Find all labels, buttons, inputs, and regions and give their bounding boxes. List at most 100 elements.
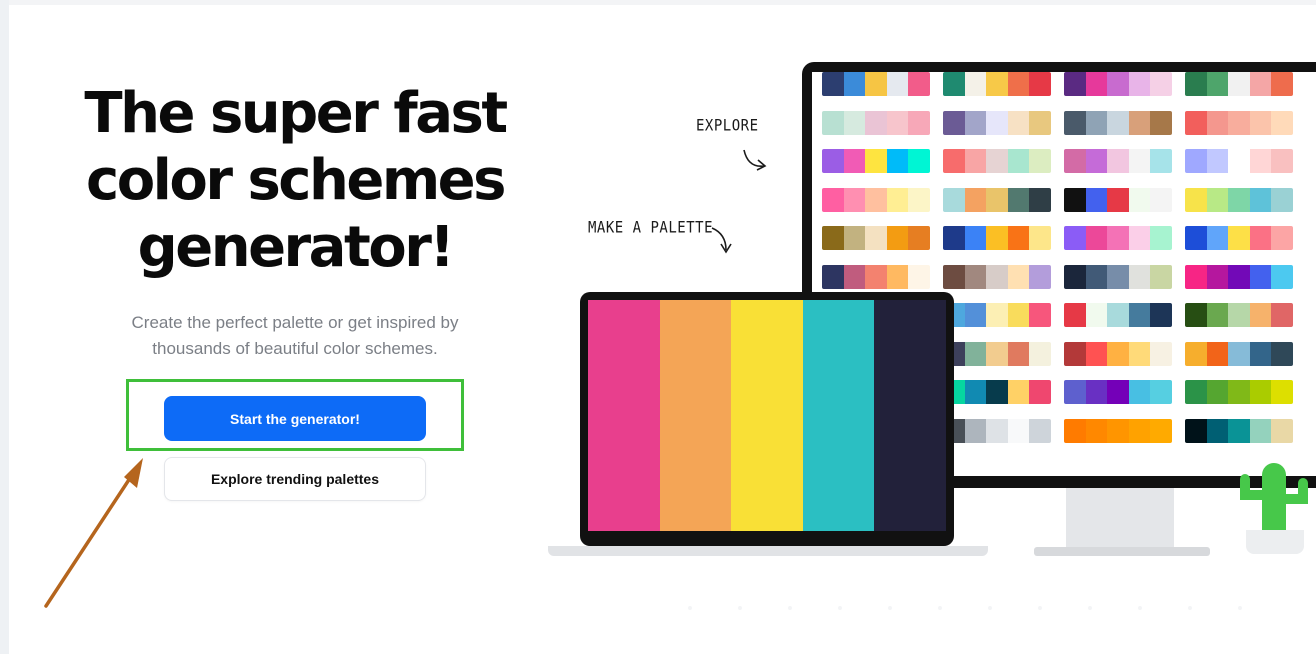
- palette-color: [1064, 72, 1086, 96]
- palette-swatch: [822, 72, 930, 96]
- palette-color: [1085, 110, 1108, 135]
- palette-color: [1085, 72, 1108, 96]
- palette-color: [908, 149, 930, 173]
- palette-color: [1150, 341, 1172, 366]
- cactus-arm: [1298, 478, 1308, 504]
- palette-color: [1249, 264, 1272, 289]
- palette-color: [986, 149, 1008, 173]
- hero-title-line-1: The super fast: [84, 81, 508, 146]
- palette-color: [1085, 187, 1108, 212]
- palette-color: [1107, 303, 1129, 327]
- palette-color: [1007, 380, 1030, 404]
- palette-color: [1271, 264, 1293, 289]
- palette-color: [1271, 187, 1293, 212]
- palette-color: [1107, 149, 1129, 173]
- palette-color: [1271, 341, 1293, 366]
- palette-swatch: [943, 341, 1051, 366]
- palette-color: [1107, 110, 1129, 135]
- palette-swatch: [1185, 149, 1293, 173]
- palette-color: [865, 187, 887, 212]
- laptop-color-stripe: [874, 300, 946, 531]
- palette-color: [1128, 72, 1151, 96]
- palette-color: [1064, 226, 1086, 250]
- palette-swatch: [822, 264, 930, 289]
- palette-color: [1185, 264, 1207, 289]
- palette-color: [1271, 418, 1293, 443]
- palette-color: [964, 341, 987, 366]
- palette-color: [986, 418, 1008, 443]
- palette-swatch: [822, 226, 930, 250]
- palette-swatch: [1064, 110, 1172, 135]
- palette-color: [1271, 303, 1293, 327]
- palette-color: [986, 226, 1008, 250]
- monitor-stand: [1066, 488, 1174, 548]
- palette-color: [986, 187, 1008, 212]
- palette-color: [1228, 264, 1250, 289]
- palette-color: [843, 110, 866, 135]
- palette-color: [865, 72, 887, 96]
- palette-color: [1128, 380, 1151, 404]
- palette-swatch: [943, 418, 1051, 443]
- hero-title: The super fast color schemes generator!: [60, 80, 530, 281]
- palette-color: [1128, 187, 1151, 212]
- laptop-color-stripe: [731, 300, 803, 531]
- palette-color: [865, 264, 887, 289]
- palette-color: [1085, 380, 1108, 404]
- palette-color: [1249, 149, 1272, 173]
- palette-color: [1064, 303, 1086, 327]
- palette-swatch: [943, 187, 1051, 212]
- palette-color: [1029, 264, 1051, 289]
- laptop: [580, 292, 954, 546]
- palette-color: [1007, 341, 1030, 366]
- window-top-edge: [0, 0, 1316, 5]
- palette-color: [1150, 380, 1172, 404]
- palette-swatch: [1064, 303, 1172, 327]
- start-generator-button[interactable]: Start the generator!: [164, 396, 426, 441]
- palette-swatch: [1064, 72, 1172, 96]
- palette-color: [1228, 187, 1250, 212]
- palette-color: [964, 380, 987, 404]
- palette-swatch: [1185, 187, 1293, 212]
- palette-color: [1128, 149, 1151, 173]
- palette-color: [1150, 187, 1172, 212]
- laptop-color-stripe: [802, 300, 875, 531]
- palette-color: [1029, 226, 1051, 250]
- palette-swatch: [1064, 264, 1172, 289]
- palette-color: [1029, 110, 1051, 135]
- palette-color: [1107, 341, 1129, 366]
- palette-color: [1249, 418, 1272, 443]
- palette-color: [1206, 149, 1229, 173]
- palette-color: [943, 187, 965, 212]
- palette-swatch: [1185, 380, 1293, 404]
- palette-color: [1064, 418, 1086, 443]
- palette-color: [1206, 226, 1229, 250]
- palette-color: [1064, 187, 1086, 212]
- palette-color: [1007, 264, 1030, 289]
- palette-color: [1271, 380, 1293, 404]
- palette-color: [1029, 187, 1051, 212]
- palette-swatch: [822, 187, 930, 212]
- palette-color: [1185, 418, 1207, 443]
- palette-color: [908, 226, 930, 250]
- palette-color: [1128, 226, 1151, 250]
- palette-color: [964, 110, 987, 135]
- floor-shadow: [688, 606, 1242, 610]
- palette-color: [822, 110, 844, 135]
- palette-color: [1228, 341, 1250, 366]
- palette-color: [1029, 72, 1051, 96]
- explore-trending-button[interactable]: Explore trending palettes: [164, 457, 426, 501]
- palette-color: [1029, 341, 1051, 366]
- palette-color: [986, 303, 1008, 327]
- palette-color: [943, 110, 965, 135]
- palette-color: [1185, 226, 1207, 250]
- palette-color: [1007, 72, 1030, 96]
- palette-color: [1228, 303, 1250, 327]
- palette-color: [1007, 303, 1030, 327]
- palette-color: [1007, 418, 1030, 443]
- palette-color: [843, 72, 866, 96]
- palette-color: [843, 264, 866, 289]
- window-left-edge: [0, 0, 9, 654]
- palette-color: [908, 187, 930, 212]
- palette-color: [1185, 72, 1207, 96]
- palette-color: [1064, 264, 1086, 289]
